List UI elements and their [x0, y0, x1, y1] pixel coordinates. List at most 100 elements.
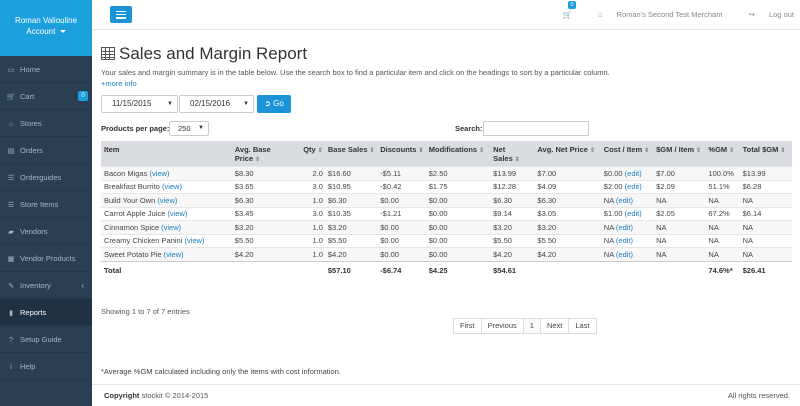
chevron-left-icon: ‹ [81, 281, 84, 290]
column-header-gm-item[interactable]: $GM / Item ⇕ [653, 141, 706, 167]
menu-toggle-button[interactable] [110, 6, 132, 23]
merchant-link[interactable]: ⌂ Roman's Second Test Merchant [586, 10, 723, 19]
merchant-name: Roman's Second Test Merchant [616, 10, 723, 19]
avg-base-cell: $6.30 [231, 193, 301, 207]
column-header-label: Avg. Net Price [537, 145, 588, 154]
logout-link[interactable]: ↪ Log out [737, 10, 794, 19]
total-discounts: -$6.74 [377, 260, 426, 279]
view-item-link[interactable]: (view) [162, 182, 182, 191]
cost-cell: NA (edit) [600, 220, 654, 234]
gm-item-cell: NA [653, 247, 706, 261]
net-sales-cell: $13.99 [490, 166, 535, 180]
date-to-select[interactable]: 02/15/2016 ▼ [179, 95, 254, 113]
sort-icon: ⇕ [255, 157, 261, 163]
item-name: Breakfast Burrito [104, 182, 160, 192]
discounts-cell: $0.00 [377, 220, 426, 234]
first-page-button[interactable]: First [453, 318, 482, 334]
sidebar-item-help[interactable]: i Help [0, 353, 92, 380]
column-header-avg-base-price[interactable]: Avg. Base Price ⇕ [231, 141, 301, 167]
qty-cell: 2.0 [300, 166, 325, 180]
base-sales-cell: $10.95 [324, 179, 378, 194]
sidebar-item-reports[interactable]: ▮ Reports [0, 299, 92, 326]
view-item-link[interactable]: (view) [164, 250, 184, 259]
edit-cost-link[interactable]: (edit) [625, 169, 642, 178]
sidebar-item-label: Store Items [20, 200, 59, 209]
pagination: First Previous 1 Next Last [453, 318, 597, 334]
last-page-button[interactable]: Last [568, 318, 597, 334]
previous-page-button[interactable]: Previous [480, 318, 524, 334]
gm-item-cell: NA [653, 233, 706, 248]
total-row: Total $57.10 -$6.74 $4.25 $54.61 74.6%* … [101, 260, 792, 279]
sidebar-item-vendor-products[interactable]: ▦ Vendor Products [0, 245, 92, 272]
sidebar-item-inventory[interactable]: ✎ Inventory ‹ [0, 272, 92, 299]
date-from-select[interactable]: 11/15/2015 ▼ [101, 95, 178, 113]
pct-gm-cell: 67.2% [705, 206, 740, 221]
mods-cell: $0.00 [425, 206, 491, 221]
sidebar-item-home[interactable]: ▭ Home [0, 56, 92, 83]
view-item-link[interactable]: (view) [184, 236, 204, 245]
edit-cost-link[interactable]: (edit) [625, 209, 642, 218]
total-net-sales: $54.61 [490, 260, 535, 279]
avg-base-cell: $5.50 [231, 233, 301, 248]
cart-count-badge: 0 [568, 1, 576, 9]
avg-base-cell: $3.20 [231, 220, 301, 234]
net-sales-cell: $9.14 [490, 206, 535, 221]
net-sales-cell: $6.30 [490, 193, 535, 207]
base-sales-cell: $10.35 [324, 206, 378, 221]
column-header-discounts[interactable]: Discounts ⇕ [377, 141, 426, 167]
account-dropdown[interactable]: Account [0, 26, 92, 37]
item-name: Sweet Potato Pie [104, 249, 162, 259]
column-header-avg-net-price[interactable]: Avg. Net Price ⇕ [534, 141, 601, 167]
user-menu[interactable]: Roman Valiouline Account [0, 0, 92, 56]
view-item-link[interactable]: (view) [157, 196, 177, 205]
search-input[interactable] [483, 121, 589, 136]
sidebar-item-store-items[interactable]: ☰ Store Items [0, 191, 92, 218]
next-page-button[interactable]: Next [539, 318, 570, 334]
products-icon: ▦ [7, 256, 15, 263]
date-from-value: 11/15/2015 [112, 99, 152, 108]
more-info-link[interactable]: +more info [101, 79, 137, 88]
column-header-gm[interactable]: %GM ⇕ [705, 141, 740, 167]
sort-icon: ⇕ [780, 148, 786, 154]
edit-cost-link[interactable]: (edit) [616, 236, 633, 245]
sidebar-item-setup-guide[interactable]: ? Setup Guide [0, 326, 92, 353]
search-label: Search: [455, 124, 483, 133]
discounts-cell: $0.00 [377, 233, 426, 248]
edit-cost-link[interactable]: (edit) [616, 196, 633, 205]
top-cart-link[interactable]: 🛒 0 [550, 1, 576, 19]
column-header-cost-item[interactable]: Cost / Item ⇕ [600, 141, 654, 167]
view-item-link[interactable]: (view) [149, 169, 169, 178]
net-sales-cell: $5.50 [490, 233, 535, 248]
logout-icon: ↪ [748, 10, 755, 19]
per-page-select[interactable]: 250 ▼ [169, 121, 209, 136]
view-item-link[interactable]: (view) [161, 223, 181, 232]
discounts-cell: $0.00 [377, 193, 426, 207]
pencil-icon: ✎ [8, 283, 14, 290]
column-header-net-sales[interactable]: Net Sales ⇕ [490, 141, 535, 167]
dropdown-arrow-icon: ▼ [198, 125, 204, 131]
sidebar-item-cart[interactable]: 🛒 Cart 0 [0, 83, 92, 110]
edit-cost-link[interactable]: (edit) [625, 182, 642, 191]
sidebar-item-stores[interactable]: ⌂ Stores [0, 110, 92, 137]
item-cell: Breakfast Burrito (view) [101, 179, 232, 194]
column-header-label: Cost / Item [603, 145, 643, 154]
view-item-link[interactable]: (view) [167, 209, 187, 218]
current-page-button[interactable]: 1 [522, 318, 541, 334]
column-header-item[interactable]: Item [101, 141, 232, 167]
avg-net-cell: $4.20 [534, 247, 601, 261]
edit-cost-link[interactable]: (edit) [616, 250, 633, 259]
base-sales-cell: $16.60 [324, 166, 378, 180]
go-button[interactable]: ➲ Go [257, 95, 291, 113]
column-header-base-sales[interactable]: Base Sales ⇕ [324, 141, 378, 167]
column-header-label: %GM [708, 145, 728, 154]
item-name: Carrot Apple Juice [104, 209, 166, 219]
edit-cost-link[interactable]: (edit) [616, 223, 633, 232]
column-header-qty[interactable]: Qty ⇕ [300, 141, 325, 167]
sidebar-item-orders[interactable]: ▤ Orders [0, 137, 92, 164]
cart-icon: 🛒 [562, 10, 572, 19]
sidebar-item-vendors[interactable]: ▰ Vendors [0, 218, 92, 245]
gm-item-cell: NA [653, 220, 706, 234]
column-header-total-gm[interactable]: Total $GM ⇕ [739, 141, 792, 167]
sidebar-item-orderguides[interactable]: ☰ Orderguides [0, 164, 92, 191]
column-header-modifications[interactable]: Modifications ⇕ [425, 141, 491, 167]
